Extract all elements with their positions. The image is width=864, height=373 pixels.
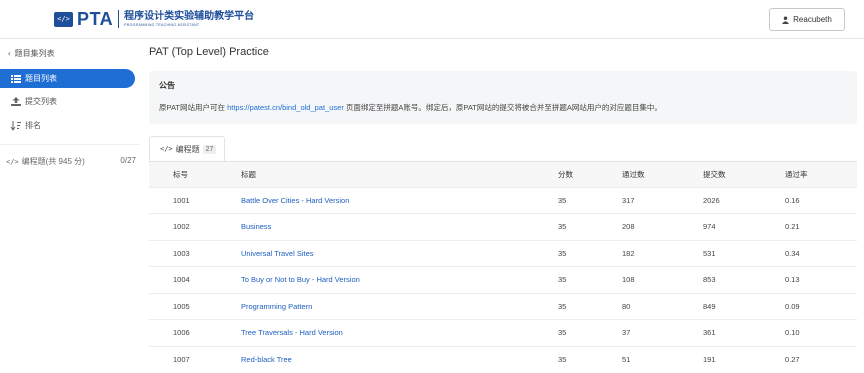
cell-rate: 0.10 [761,319,857,346]
table-row[interactable]: 1005 Programming Pattern 35 80 849 0.09 [149,292,857,320]
logo-cn: 程序设计类实验辅助教学平台 [124,10,255,22]
set-label: 编程题(共 945 分) [21,157,85,166]
back-to-sets-link[interactable]: ‹ 题目集列表 [8,48,55,59]
cell-submissions: 531 [679,239,761,267]
table-row[interactable]: 1001 Battle Over Cities - Hard Version 3… [149,186,857,214]
logo-text: PTA [77,8,114,29]
announcement-prefix: 原PAT网站用户可在 [159,103,228,112]
logo-divider [118,10,120,28]
logo-en: PROGRAMMING TEACHING ASSISTANT [124,22,200,27]
sidebar-item-ranking[interactable]: 排名 [0,116,135,135]
cell-accepted: 51 [598,345,679,373]
logo-subtitle: 程序设计类实验辅助教学平台 PROGRAMMING TEACHING ASSIS… [124,11,254,28]
problem-title-link[interactable]: Tree Traversals - Hard Version [217,319,534,346]
chevron-left-icon: ‹ [8,49,11,58]
upload-icon [11,97,21,106]
problem-title-link[interactable]: To Buy or Not to Buy - Hard Version [217,266,534,293]
cell-accepted: 208 [598,213,679,240]
page-title: PAT (Top Level) Practice [149,46,269,58]
problem-title-link[interactable]: Red-black Tree [217,345,534,373]
announcement-suffix: 页面绑定至拼题A账号。绑定后，原PAT网站的提交将被合并至拼题A网站用户的对应题… [343,103,662,112]
announcement-box: 公告 原PAT网站用户可在 https://patest.cn/bind_old… [149,71,857,124]
cell-submissions: 2026 [679,186,761,214]
cell-submissions: 974 [679,213,761,240]
cell-id: 1001 [149,186,217,214]
cell-submissions: 853 [679,266,761,293]
cell-score: 35 [534,213,598,240]
sidebar-item-problems[interactable]: 题目列表 [0,69,135,88]
sidebar-divider [0,144,140,145]
cell-id: 1007 [149,345,217,373]
cell-id: 1006 [149,319,217,346]
cell-accepted: 37 [598,319,679,346]
code-icon: </> [54,11,73,27]
cell-accepted: 108 [598,266,679,293]
col-header-accepted[interactable]: 通过数 [598,162,679,187]
code-icon: </> [6,157,19,166]
pta-logo[interactable]: </> PTA 程序设计类实验辅助教学平台 PROGRAMMING TEACHI… [54,8,254,30]
cell-id: 1004 [149,266,217,293]
user-menu-button[interactable]: Reacubeth [769,8,845,31]
user-icon [782,16,790,24]
cell-accepted: 317 [598,186,679,214]
table-row[interactable]: 1007 Red-black Tree 35 51 191 0.27 [149,345,857,373]
sidebar-item-label: 题目列表 [25,74,57,83]
table-row[interactable]: 1006 Tree Traversals - Hard Version 35 3… [149,319,857,346]
back-label: 题目集列表 [14,49,55,58]
table-header-row: 标号 标题 分数 通过数 提交数 通过率 [149,162,857,187]
table-row[interactable]: 1004 To Buy or Not to Buy - Hard Version… [149,266,857,293]
cell-rate: 0.27 [761,345,857,373]
cell-rate: 0.13 [761,266,857,293]
sidebar-item-label: 提交列表 [25,97,57,106]
problem-title-link[interactable]: Universal Travel Sites [217,239,534,267]
cell-score: 35 [534,239,598,267]
cell-score: 35 [534,292,598,320]
cell-rate: 0.16 [761,186,857,214]
table-row[interactable]: 1002 Business 35 208 974 0.21 [149,213,857,240]
col-header-title[interactable]: 标题 [217,162,534,187]
sidebar-item-label: 排名 [25,121,41,130]
announcement-body: 原PAT网站用户可在 https://patest.cn/bind_old_pa… [159,102,662,113]
cell-score: 35 [534,186,598,214]
set-progress: 0/27 [120,156,136,165]
sidebar: ‹ 题目集列表 题目列表 提交列表 排名 </> 编程题(共 945 分) 0/… [0,40,140,370]
cell-submissions: 849 [679,292,761,320]
cell-rate: 0.34 [761,239,857,267]
tab-programming[interactable]: </> 编程题 27 [149,136,225,162]
col-header-rate[interactable]: 通过率 [761,162,857,187]
list-icon [11,74,21,83]
top-header: </> PTA 程序设计类实验辅助教学平台 PROGRAMMING TEACHI… [0,0,864,39]
bind-account-link[interactable]: https://patest.cn/bind_old_pat_user [227,103,344,112]
cell-rate: 0.21 [761,213,857,240]
problem-title-link[interactable]: Programming Pattern [217,292,534,320]
cell-accepted: 182 [598,239,679,267]
cell-id: 1003 [149,239,217,267]
col-header-submissions[interactable]: 提交数 [679,162,761,187]
problem-title-link[interactable]: Business [217,213,534,240]
sidebar-item-submissions[interactable]: 提交列表 [0,92,135,111]
problem-table: 标号 标题 分数 通过数 提交数 通过率 1001 Battle Over Ci… [149,162,857,373]
user-name: Reacubeth [793,15,832,24]
problem-set-programming[interactable]: </> 编程题(共 945 分) 0/27 [6,156,136,167]
cell-id: 1002 [149,213,217,240]
col-header-score[interactable]: 分数 [534,162,598,187]
tab-label: 编程题 [175,144,200,154]
col-header-id[interactable]: 标号 [149,162,217,187]
problem-title-link[interactable]: Battle Over Cities - Hard Version [217,186,534,214]
table-row[interactable]: 1003 Universal Travel Sites 35 182 531 0… [149,239,857,267]
cell-accepted: 80 [598,292,679,320]
sort-icon [10,120,21,131]
code-icon: </> [160,145,173,153]
cell-rate: 0.09 [761,292,857,320]
cell-id: 1005 [149,292,217,320]
cell-score: 35 [534,345,598,373]
cell-submissions: 191 [679,345,761,373]
tab-count-badge: 27 [202,144,217,154]
cell-score: 35 [534,266,598,293]
cell-submissions: 361 [679,319,761,346]
cell-score: 35 [534,319,598,346]
announcement-title: 公告 [159,81,175,90]
